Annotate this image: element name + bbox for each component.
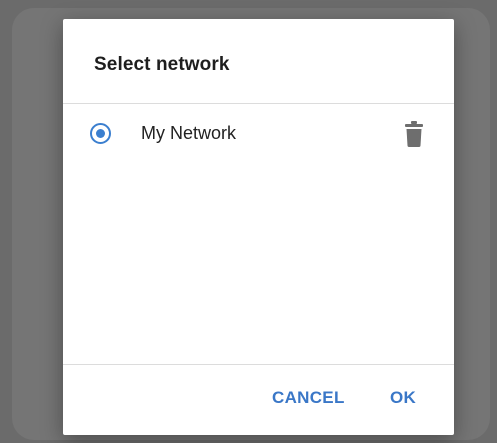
radio-selected-icon[interactable] bbox=[90, 123, 111, 144]
dialog-title: Select network bbox=[94, 54, 230, 75]
network-name: My Network bbox=[141, 123, 237, 143]
ok-button[interactable]: OK bbox=[390, 388, 416, 408]
select-network-dialog: Select network My Network CANCEL OK bbox=[63, 19, 454, 435]
network-list-item[interactable]: My Network bbox=[63, 116, 454, 156]
cancel-button[interactable]: CANCEL bbox=[272, 388, 345, 408]
actions-divider bbox=[63, 364, 454, 365]
title-divider bbox=[63, 103, 454, 104]
trash-icon[interactable] bbox=[404, 121, 424, 147]
radio-dot bbox=[95, 128, 105, 138]
